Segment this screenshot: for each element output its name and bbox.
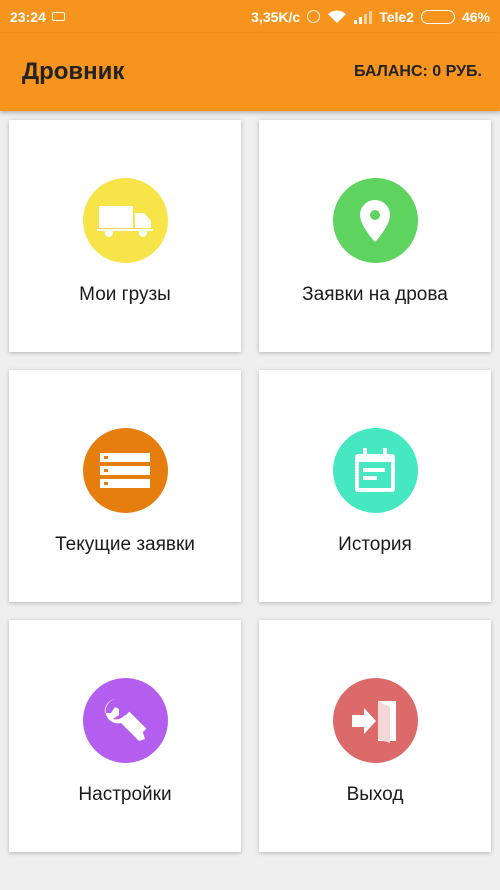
status-bar: 23:24 3,35K/c Tele2 46% (0, 0, 500, 33)
calendar-icon-circle (332, 428, 418, 513)
carrier-name: Tele2 (379, 8, 414, 25)
truck-icon-circle (82, 178, 168, 263)
battery-percent: 46% (461, 8, 490, 25)
status-time: 23:24 (10, 8, 46, 25)
wrench-icon (104, 698, 147, 741)
tile-history[interactable]: История (259, 370, 491, 602)
calendar-icon (355, 447, 395, 492)
exit-icon-circle (332, 678, 418, 763)
notification-icon (51, 12, 65, 21)
tile-label: Заявки на дрова (302, 284, 448, 305)
tile-label: История (338, 534, 412, 555)
signal-icon (354, 10, 373, 24)
tile-label: Текущие заявки (55, 534, 195, 555)
wifi-icon (328, 10, 347, 23)
app-title: Дровник (22, 58, 125, 85)
app-bar: Дровник БАЛАНС: 0 РУБ. (0, 33, 500, 111)
status-right: 3,35K/c Tele2 46% (251, 9, 490, 25)
balance-label: БАЛАНС: 0 РУБ. (353, 63, 482, 80)
list-icon (100, 452, 150, 488)
truck-icon (97, 205, 153, 237)
tile-wood-requests[interactable]: Заявки на дрова (259, 120, 491, 352)
list-icon-circle (82, 428, 168, 513)
tile-label: Настройки (78, 784, 172, 805)
battery-shell (420, 9, 455, 24)
battery-icon (420, 9, 455, 24)
exit-icon (352, 700, 396, 743)
wrench-icon-circle (82, 678, 168, 763)
tile-current-requests[interactable]: Текущие заявки (9, 370, 241, 602)
tile-exit[interactable]: Выход (259, 620, 491, 852)
location-pin-icon (360, 199, 390, 242)
tile-my-cargo[interactable]: Мои грузы (9, 120, 241, 352)
tile-label: Мои грузы (79, 284, 171, 305)
location-pin-icon-circle (332, 178, 418, 263)
sync-icon (307, 10, 321, 23)
network-speed: 3,35K/c (251, 8, 301, 25)
tile-settings[interactable]: Настройки (9, 620, 241, 852)
tile-label: Выход (346, 784, 404, 805)
